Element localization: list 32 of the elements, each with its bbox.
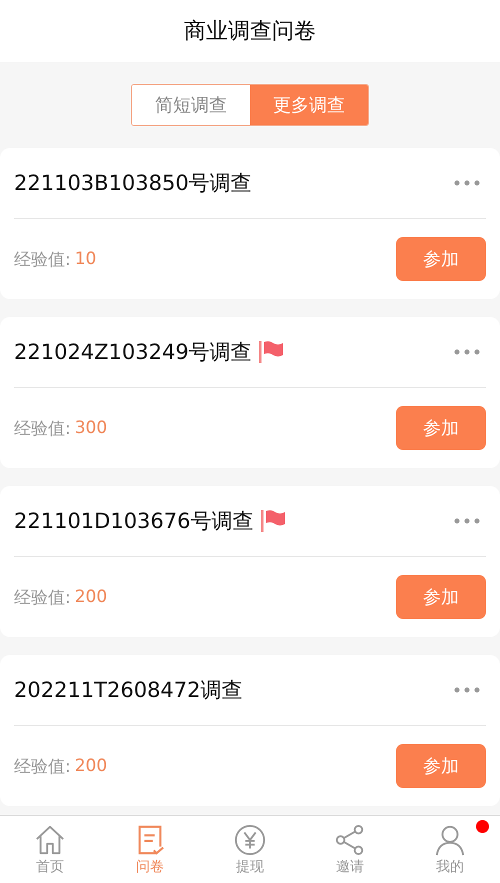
tab-item[interactable]: 首页 — [0, 816, 100, 883]
survey-title: 221101D103676号调查 — [14, 508, 254, 535]
experience-value: 10 — [74, 249, 96, 269]
join-button[interactable]: 参加 — [396, 744, 486, 788]
more-icon[interactable] — [454, 349, 480, 355]
experience-value: 200 — [74, 756, 108, 776]
experience-label: 经验值: — [14, 248, 71, 270]
more-icon[interactable] — [454, 180, 480, 186]
yen-icon — [234, 824, 266, 856]
survey-title: 202211T2608472调查 — [14, 677, 243, 704]
experience-label: 经验值: — [14, 418, 71, 440]
join-button[interactable]: 参加 — [396, 575, 486, 619]
tab-item[interactable]: 我的 — [400, 816, 500, 883]
join-button[interactable]: 参加 — [396, 406, 486, 450]
more-icon[interactable] — [454, 687, 480, 693]
experience-label: 经验值: — [14, 756, 71, 778]
join-button[interactable]: 参加 — [396, 237, 486, 281]
survey-title: 221024Z103249号调查 — [14, 339, 252, 366]
tab-item[interactable]: 问卷 — [100, 816, 200, 883]
share-icon — [334, 824, 366, 856]
experience-value: 300 — [74, 418, 108, 438]
tab-item[interactable]: 提现 — [200, 816, 300, 883]
home-icon — [34, 824, 66, 856]
segment-tab[interactable]: 简短调查 — [132, 85, 250, 125]
experience-value: 200 — [74, 587, 108, 607]
more-icon[interactable] — [454, 518, 480, 524]
segment-tab[interactable]: 更多调查 — [250, 85, 368, 125]
user-icon — [434, 824, 466, 856]
page-title: 商业调查问卷 — [184, 18, 316, 46]
survey-title: 221103B103850号调查 — [14, 170, 252, 197]
tab-item[interactable]: 邀请 — [300, 816, 400, 883]
experience-label: 经验值: — [14, 586, 71, 608]
